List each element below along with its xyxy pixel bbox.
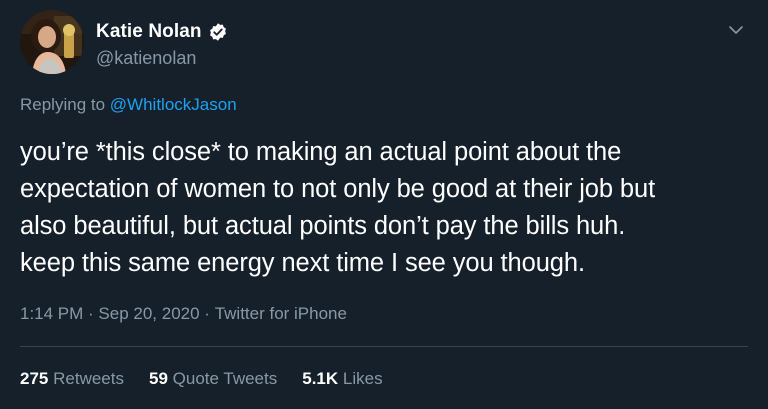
reply-mention-link[interactable]: @WhitlockJason xyxy=(110,95,237,114)
replying-to: Replying to @WhitlockJason xyxy=(20,95,237,115)
likes-label: Likes xyxy=(342,369,383,388)
quote-tweets-count: 59 xyxy=(148,369,168,388)
retweets-count: 275 xyxy=(20,369,49,388)
quote-tweets-label: Quote Tweets xyxy=(172,369,278,388)
tweet-text-line: also beautiful, but actual points don’t … xyxy=(20,212,626,240)
verified-badge-icon xyxy=(208,22,228,42)
meta-separator: · xyxy=(199,304,215,323)
tweet-time[interactable]: 1:14 PM xyxy=(20,304,83,324)
tweet-header: Katie Nolan @katienolan xyxy=(20,10,748,74)
retweets-label: Retweets xyxy=(53,369,124,388)
divider xyxy=(20,346,748,347)
tweet-metadata: 1:14 PM · Sep 20, 2020 · Twitter for iPh… xyxy=(20,304,347,324)
likes-stat[interactable]: 5.1K Likes xyxy=(302,369,382,389)
tweet-stats: 275 Retweets 59 Quote Tweets 5.1K Likes xyxy=(20,369,383,389)
meta-separator: · xyxy=(83,304,99,323)
tweet-text: you’re *this close* to making an actual … xyxy=(20,134,748,282)
avatar[interactable] xyxy=(20,10,84,74)
name-row: Katie Nolan xyxy=(96,21,228,43)
user-handle[interactable]: @katienolan xyxy=(96,48,196,69)
tweet-date[interactable]: Sep 20, 2020 xyxy=(98,304,199,324)
tweet-source[interactable]: Twitter for iPhone xyxy=(215,304,347,324)
replying-to-label: Replying to xyxy=(20,95,106,114)
tweet-text-line: expectation of women to not only be good… xyxy=(20,175,656,203)
likes-count: 5.1K xyxy=(302,369,339,388)
chevron-down-icon[interactable] xyxy=(724,18,748,42)
profile-photo-icon xyxy=(20,10,84,74)
quote-tweets-stat[interactable]: 59 Quote Tweets xyxy=(149,369,277,389)
retweets-stat[interactable]: 275 Retweets xyxy=(20,369,124,389)
display-name[interactable]: Katie Nolan xyxy=(96,21,202,43)
tweet-text-line: you’re *this close* to making an actual … xyxy=(20,138,622,166)
tweet-text-line: keep this same energy next time I see yo… xyxy=(20,249,585,277)
